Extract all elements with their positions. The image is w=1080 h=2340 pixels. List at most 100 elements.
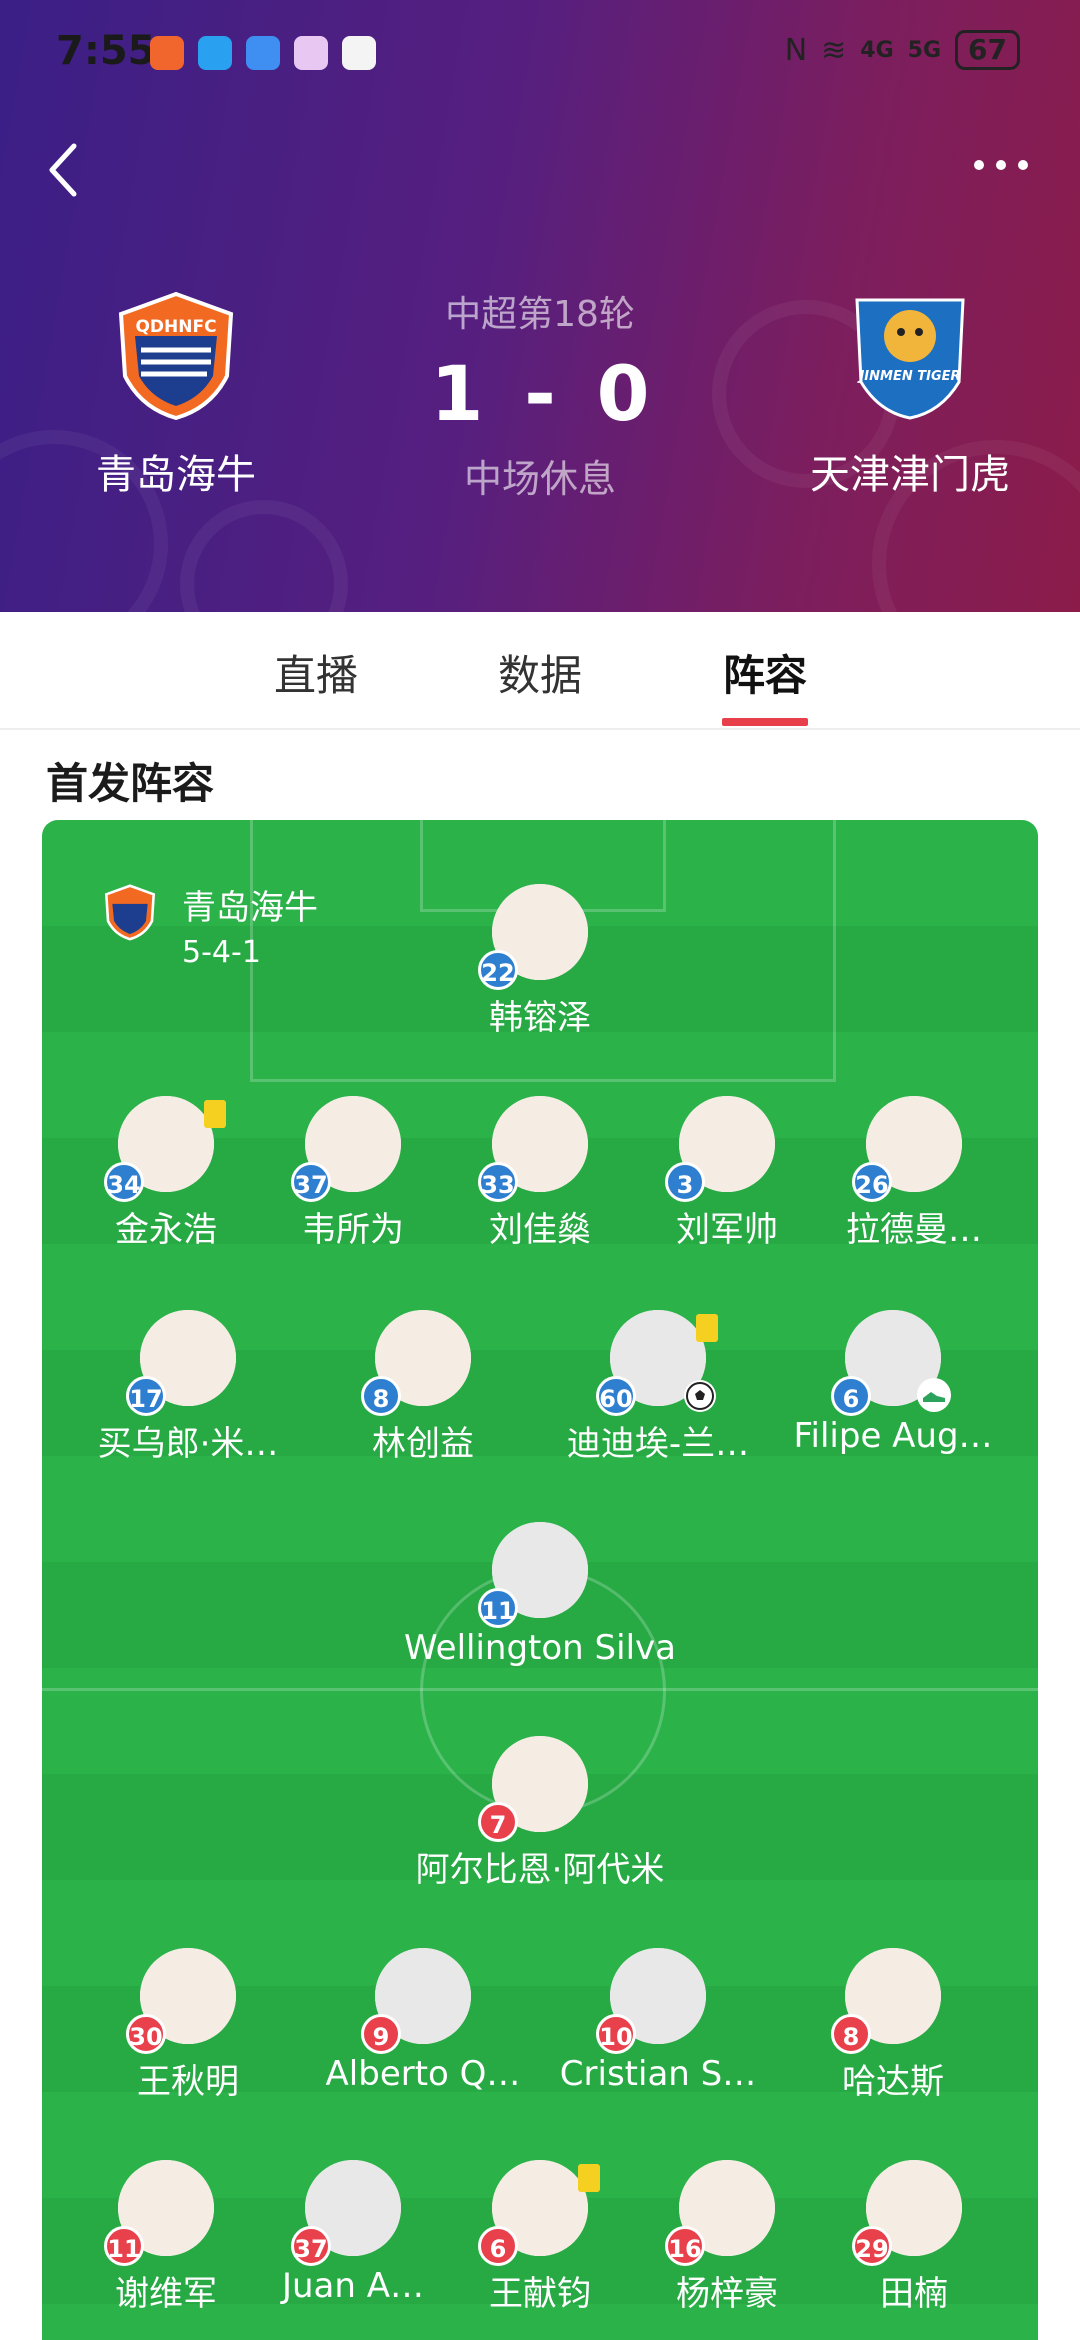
player-card[interactable]: 17 买乌郎·米…	[78, 1310, 298, 1465]
player-card[interactable]: 6 Filipe Aug…	[783, 1310, 1003, 1456]
player-card[interactable]: 9 Alberto Q…	[313, 1948, 533, 2094]
player-avatar: 60	[596, 1310, 718, 1416]
player-card[interactable]: 22 韩镕泽	[430, 884, 650, 1039]
player-name: 买乌郎·米…	[97, 1424, 279, 1464]
yellow-card-icon	[696, 1314, 718, 1342]
home-team-name: 青岛海牛	[96, 452, 256, 498]
player-avatar: 29	[852, 2160, 962, 2266]
player-avatar: 3	[665, 1096, 775, 1202]
player-avatar: 22	[478, 884, 588, 990]
player-number: 29	[852, 2226, 892, 2266]
player-name: 韩镕泽	[489, 998, 591, 1038]
app-notification-icon	[342, 36, 376, 70]
battery-icon: 67	[955, 30, 1020, 70]
player-number: 34	[104, 1162, 144, 1202]
player-avatar: 26	[852, 1096, 962, 1202]
player-name: 迪迪埃-兰…	[566, 1424, 750, 1464]
player-avatar: 10	[596, 1948, 706, 2054]
player-avatar: 33	[478, 1096, 588, 1202]
nfc-icon: N	[784, 32, 808, 68]
lineup-team-name: 青岛海牛	[182, 888, 318, 928]
player-name: 田楠	[880, 2274, 948, 2314]
player-avatar: 37	[291, 1096, 401, 1202]
back-icon[interactable]	[44, 140, 84, 200]
player-avatar: 8	[831, 1948, 941, 2054]
status-bar: 7:55 N ≋ 4G 5G 67	[0, 0, 1080, 100]
player-card[interactable]: 11 Wellington Silva	[390, 1522, 690, 1668]
player-number: 16	[665, 2226, 705, 2266]
player-number: 3	[665, 1162, 705, 1202]
away-score: 0	[596, 349, 650, 438]
player-name: 林创益	[372, 1424, 474, 1464]
away-team-name: 天津津门虎	[810, 452, 1010, 498]
tab-bar: 直播 数据 阵容	[0, 612, 1080, 730]
lineup-team-tag: 青岛海牛 5-4-1	[102, 880, 318, 970]
player-avatar: 37	[291, 2160, 401, 2266]
signal-4g-icon: 4G	[860, 37, 894, 63]
player-name: Cristian S…	[559, 2054, 757, 2094]
home-score: 1	[430, 349, 484, 438]
player-card[interactable]: 7 阿尔比恩·阿代米	[390, 1736, 690, 1891]
player-number: 6	[831, 1376, 871, 1416]
player-number: 33	[478, 1162, 518, 1202]
lineup-formation: 5-4-1	[182, 935, 261, 970]
player-avatar: 11	[478, 1522, 588, 1628]
player-number: 11	[478, 1588, 518, 1628]
player-number: 60	[596, 1376, 636, 1416]
player-card[interactable]: 30 王秋明	[78, 1948, 298, 2103]
mail-notification-icon	[246, 36, 280, 70]
player-card[interactable]: 10 Cristian S…	[548, 1948, 768, 2094]
system-icons: N ≋ 4G 5G 67	[785, 30, 1020, 70]
score-separator: -	[524, 349, 556, 438]
player-avatar: 8	[361, 1310, 471, 1416]
section-title: 首发阵容	[46, 759, 215, 808]
player-name: 哈达斯	[842, 2062, 944, 2102]
player-number: 37	[291, 2226, 331, 2266]
player-number: 11	[104, 2226, 144, 2266]
away-logo-text: JINMEN TIGER	[856, 369, 960, 384]
app-notification-icon	[150, 36, 184, 70]
player-number: 26	[852, 1162, 892, 1202]
tab-live[interactable]: 直播	[216, 642, 416, 703]
player-number: 37	[291, 1162, 331, 1202]
player-avatar: 6	[831, 1310, 951, 1416]
active-tab-indicator	[722, 718, 808, 726]
player-avatar: 16	[665, 2160, 775, 2266]
player-number: 9	[361, 2014, 401, 2054]
player-card[interactable]: 60 迪迪埃-兰…	[548, 1310, 768, 1465]
home-team[interactable]: QDHNFC 青岛海牛	[6, 290, 346, 500]
player-number: 6	[478, 2226, 518, 2266]
lineup-team-logo	[104, 884, 156, 941]
player-card[interactable]: 29 田楠	[804, 2160, 1024, 2315]
signal-5g-icon: 5G	[907, 37, 942, 63]
player-name: Alberto Q…	[325, 2054, 521, 2094]
match-status: 中场休息	[463, 457, 616, 501]
scoreline: 1 - 0	[370, 349, 710, 438]
player-name: Wellington Silva	[404, 1628, 676, 1668]
tab-stats[interactable]: 数据	[440, 642, 640, 703]
away-team[interactable]: JINMEN TIGER 天津津门虎	[740, 290, 1080, 500]
tab-lineup[interactable]: 阵容	[665, 642, 865, 703]
player-number: 8	[361, 1376, 401, 1416]
player-card[interactable]: 8 哈达斯	[783, 1948, 1003, 2103]
player-name: 阿尔比恩·阿代米	[415, 1850, 665, 1890]
player-card[interactable]: 26 拉德曼…	[804, 1096, 1024, 1251]
player-number: 17	[126, 1376, 166, 1416]
competition-round: 中超第18轮	[445, 294, 635, 335]
away-team-logo: JINMEN TIGER	[855, 298, 965, 420]
player-card[interactable]: 8 林创益	[313, 1310, 533, 1465]
goal-ball-icon	[684, 1380, 716, 1412]
player-avatar: 6	[478, 2160, 600, 2266]
player-avatar: 30	[126, 1948, 236, 2054]
player-avatar: 34	[104, 1096, 226, 1202]
yellow-card-icon	[204, 1100, 226, 1128]
player-avatar: 9	[361, 1948, 471, 2054]
player-number: 22	[478, 950, 518, 990]
wifi-icon: ≋	[821, 32, 847, 68]
more-options-icon[interactable]	[974, 160, 1028, 170]
home-logo-text: QDHNFC	[135, 317, 216, 337]
message-notification-icon	[198, 36, 232, 70]
yellow-card-icon	[578, 2164, 600, 2192]
gallery-notification-icon	[294, 36, 328, 70]
clock: 7:55	[56, 28, 156, 74]
